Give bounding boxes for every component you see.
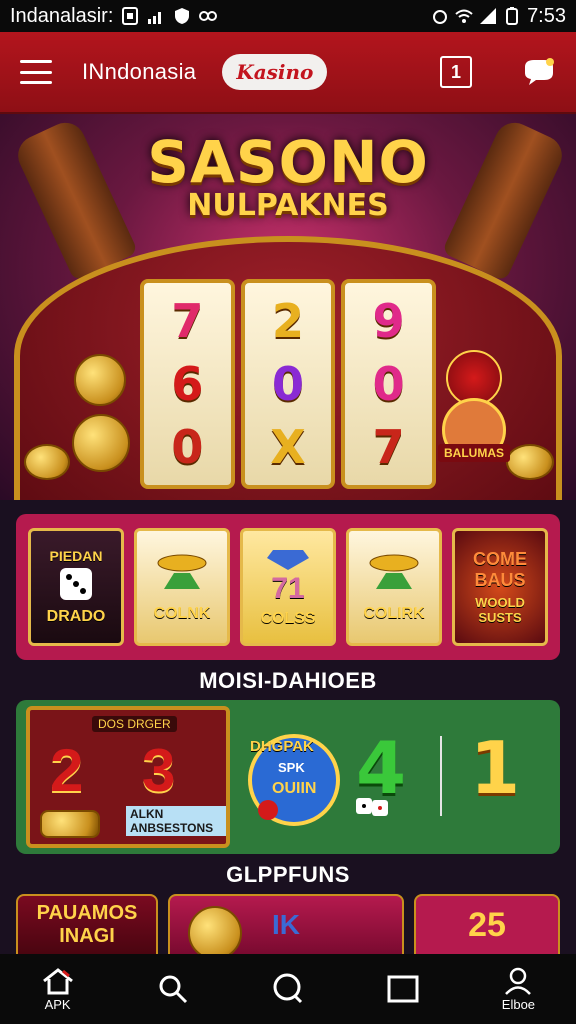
battery-icon [506, 7, 519, 25]
game-row-2: DOS DRGER 2 3 ALKN ANBSESTONS DHGPAK SPK… [16, 700, 560, 854]
badge-icon [248, 734, 340, 826]
game-tile-title: 71 [271, 572, 305, 605]
promo-number: 1 [470, 726, 521, 810]
chat-icon [273, 973, 303, 1004]
hero-title: SASONO [147, 128, 429, 196]
coin-stack-icon [369, 554, 419, 589]
square-icon [387, 975, 419, 1003]
section-title: MOISI-DAHIOEB [199, 668, 377, 693]
app-header: INndonasia Kasino 1 [0, 32, 576, 114]
reel-symbol: 9 [372, 293, 405, 348]
game-tile-label: COLNK [153, 605, 211, 622]
sim-icon [122, 7, 139, 25]
slot-card-caption: DOS DRGER [92, 716, 177, 732]
logo[interactable]: Kasino [222, 54, 328, 90]
promo-number: 4 [356, 726, 407, 810]
game-tile[interactable]: COLNK [134, 528, 230, 646]
mascot-label: BALUMAS [438, 444, 510, 462]
divider [440, 736, 442, 816]
game-tile-label: COLIRK [363, 605, 425, 622]
coin-icon [74, 354, 126, 406]
reel-symbol: X [270, 420, 306, 475]
game-tile-title: COME BAUS [473, 549, 527, 590]
home-icon [42, 967, 73, 994]
slot-card-label: ALKN ANBSESTONS [126, 806, 226, 836]
coin-icon [506, 444, 554, 480]
nav-chat[interactable] [230, 954, 345, 1024]
game-row-1: PIEDAN DRADO COLNK 71 COLSS COLIRK COME … [16, 514, 560, 660]
slot-game-card[interactable]: DOS DRGER 2 3 ALKN ANBSESTONS [26, 706, 230, 848]
nav-square[interactable] [346, 954, 461, 1024]
dice-icon [60, 568, 92, 600]
game-tile-label: DRADO [46, 608, 106, 625]
promo-badge[interactable]: DHGPAK SPK OUIIN [246, 720, 342, 830]
game-tile[interactable]: COME BAUS WOOLD SUSTS [452, 528, 548, 646]
reel-symbol: 0 [171, 420, 204, 475]
coin-icon [24, 444, 70, 480]
hero-subtitle: NULPAKNES [187, 188, 389, 223]
game-tile-label: COLSS [260, 610, 316, 627]
game-row-3: PAUAMOS INAGI IK 25 [16, 894, 560, 954]
slot-number: 2 [50, 737, 84, 804]
game-tile-label: IK [272, 909, 300, 940]
gem-icon [267, 550, 309, 570]
section-title: GLPPFUNS [226, 862, 350, 887]
game-tile-label: PAUAMOS INAGI [36, 902, 138, 947]
nav-search[interactable] [115, 954, 230, 1024]
reel-1: 7 6 0 [140, 279, 235, 489]
alarm-icon [433, 10, 448, 24]
slot-reels: 7 6 0 2 0 X 9 0 7 [140, 279, 437, 489]
badge-line-2: SPK [278, 760, 305, 775]
hero-banner[interactable]: SASONO NULPAKNES 7 6 0 2 0 X 9 0 7 BALUM… [0, 114, 576, 500]
game-tile-label: WOOLD SUSTS [475, 595, 525, 625]
signal-icon [148, 12, 162, 24]
search-icon [159, 975, 187, 1004]
reel-symbol: 2 [272, 293, 305, 348]
coin-icon [188, 906, 242, 954]
reel-symbol: 7 [372, 420, 405, 475]
clock: 7:53 [527, 4, 566, 27]
chat-bubble-icon[interactable] [522, 57, 556, 87]
game-tile[interactable]: IK [168, 894, 404, 954]
nav-label: Elboe [501, 996, 536, 1012]
cell-signal-icon [480, 8, 497, 24]
game-tile[interactable]: COLIRK [346, 528, 442, 646]
notification-button[interactable]: 1 [440, 56, 472, 88]
carrier-label: Indanalasir: [10, 4, 114, 27]
game-tile-label: 25 [468, 905, 506, 944]
bottom-nav: APK Elboe [0, 954, 576, 1024]
game-tile[interactable]: PAUAMOS INAGI [16, 894, 158, 954]
brand-name: INndonasia [82, 59, 197, 84]
menu-icon[interactable] [20, 60, 52, 84]
reel-symbol: 6 [171, 356, 204, 411]
coin-icon [72, 414, 130, 472]
reel-symbol: 0 [272, 356, 305, 411]
badge-line-3: OUIIN [272, 780, 317, 797]
coin-stack-icon [157, 554, 207, 589]
nav-home[interactable]: APK [0, 954, 115, 1024]
user-icon [505, 967, 532, 995]
coin-icon [40, 810, 100, 838]
game-tile[interactable]: 71 COLSS [240, 528, 336, 646]
wifi-icon [455, 9, 473, 23]
reel-symbol: 7 [171, 293, 204, 348]
shield-icon [175, 8, 190, 24]
badge-line-1: DHGPAK [250, 738, 314, 755]
reel-2: 2 0 X [240, 279, 336, 489]
reel-3: 9 0 7 [341, 279, 437, 489]
game-tile[interactable]: 25 [414, 894, 560, 954]
slot-number: 3 [142, 737, 176, 804]
status-bar: Indanalasir: 7:53 [0, 0, 576, 32]
nav-label: APK [44, 996, 71, 1012]
game-tile[interactable]: PIEDAN DRADO [28, 528, 124, 646]
nav-profile[interactable]: Elboe [461, 954, 576, 1024]
reel-symbol: 0 [372, 356, 405, 411]
app-icon [199, 11, 218, 21]
game-tile-title: PIEDAN [49, 548, 103, 564]
